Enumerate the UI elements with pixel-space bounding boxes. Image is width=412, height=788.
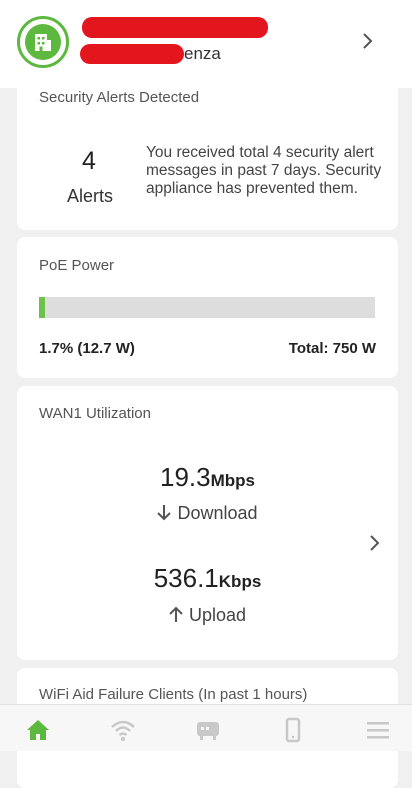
wifi-icon[interactable] xyxy=(109,717,137,743)
upload-speed-unit: Kbps xyxy=(218,572,262,591)
chevron-right-icon[interactable] xyxy=(362,31,374,51)
home-icon[interactable] xyxy=(24,717,52,743)
download-speed-unit: Mbps xyxy=(210,471,255,490)
bottom-nav xyxy=(0,704,412,751)
alerts-count: 4 xyxy=(82,147,96,175)
chevron-right-icon[interactable] xyxy=(369,534,381,552)
arrow-up-icon xyxy=(169,606,183,622)
building-icon xyxy=(25,24,61,60)
site-name-text: enza xyxy=(184,44,221,63)
download-direction: Download xyxy=(17,503,398,524)
redacted-org-name xyxy=(82,17,268,38)
wan-utilization-card[interactable]: WAN1 Utilization 19.3Mbps Download 536.1… xyxy=(17,386,398,660)
alerts-label: Alerts xyxy=(66,186,113,206)
download-speed: 19.3Mbps xyxy=(17,462,398,493)
upload-speed-value: 536.1 xyxy=(153,563,219,593)
wifi-aid-failure-title: WiFi Aid Failure Clients (In past 1 hour… xyxy=(39,686,308,703)
redacted-site-name xyxy=(80,44,184,64)
arrow-down-icon xyxy=(157,505,172,521)
mobile-icon[interactable] xyxy=(279,717,307,743)
upload-label: Upload xyxy=(188,605,247,625)
poe-power-title: PoE Power xyxy=(39,257,115,274)
upload-direction: Upload xyxy=(17,605,398,626)
poe-total-value: Total: 750 W xyxy=(288,340,376,357)
download-label: Download xyxy=(177,503,258,523)
menu-icon[interactable] xyxy=(364,717,392,743)
security-alerts-card[interactable]: Security Alerts Detected 4 Alerts You re… xyxy=(17,80,398,230)
poe-progress-fill xyxy=(39,297,45,318)
poe-power-card[interactable]: PoE Power 1.7% (12.7 W) Total: 750 W xyxy=(17,237,398,378)
site-header[interactable]: enza xyxy=(0,0,412,88)
device-icon[interactable] xyxy=(194,717,222,743)
download-speed-value: 19.3 xyxy=(160,462,211,492)
site-avatar xyxy=(17,16,69,68)
poe-used-value: 1.7% (12.7 W) xyxy=(39,340,135,357)
upload-speed: 536.1Kbps xyxy=(17,563,398,594)
security-alerts-title: Security Alerts Detected xyxy=(39,89,200,106)
poe-progress-bar xyxy=(39,297,375,318)
wan-utilization-title: WAN1 Utilization xyxy=(39,405,151,422)
alerts-message: You received total 4 security alert mess… xyxy=(146,144,382,197)
